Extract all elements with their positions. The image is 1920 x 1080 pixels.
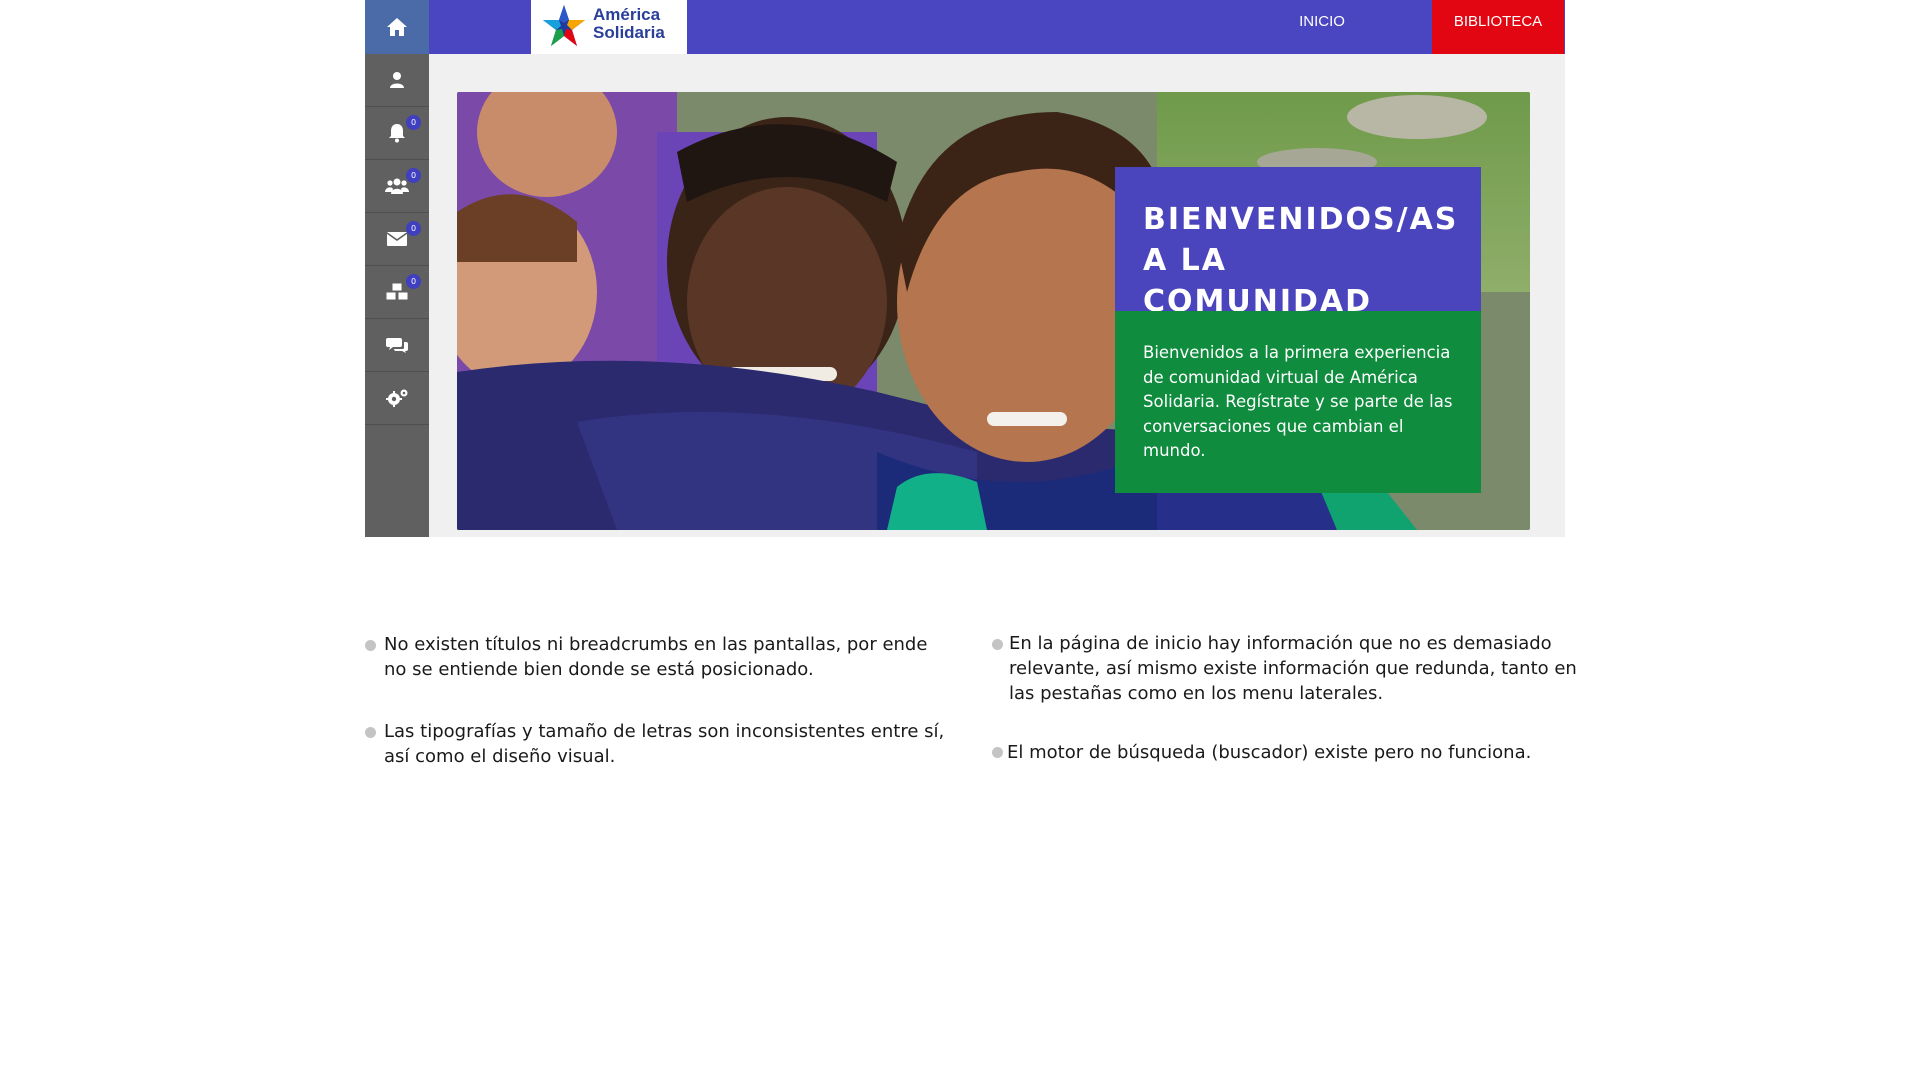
nav-biblioteca[interactable]: BIBLIOTECA	[1432, 0, 1564, 54]
sidebar-item-groups[interactable]: 0	[365, 160, 429, 213]
cubes-icon	[385, 282, 409, 302]
welcome-title-box: BIENVENIDOS/AS A LA COMUNIDAD	[1115, 167, 1481, 319]
search-icon	[1586, 14, 1608, 40]
bullet-dot	[992, 747, 1003, 758]
notification-badge: 0	[406, 115, 421, 130]
resources-badge: 0	[406, 274, 421, 289]
note-right-1: En la página de inicio hay información q…	[1009, 633, 1577, 704]
sidebar-item-messages[interactable]: 0	[365, 213, 429, 266]
top-navbar: América Solidaria INICIO BIBLIOTECA	[429, 0, 1608, 54]
users-icon	[385, 177, 409, 195]
chat-icon	[386, 336, 408, 354]
logo-line-2: Solidaria	[593, 23, 665, 42]
note-left-2: Las tipografías y tamaño de letras son i…	[384, 721, 945, 767]
america-solidaria-logo[interactable]: América Solidaria	[531, 0, 687, 54]
bullet-dot	[992, 639, 1003, 650]
sidebar-item-profile[interactable]	[365, 54, 429, 107]
sidebar-item-home[interactable]	[365, 0, 429, 54]
star-logo-icon	[541, 3, 587, 53]
welcome-body: Bienvenidos a la primera experiencia de …	[1143, 343, 1453, 460]
welcome-title: BIENVENIDOS/AS A LA COMUNIDAD	[1143, 202, 1459, 319]
bell-icon	[388, 123, 406, 143]
sidebar-item-resources[interactable]: 0	[365, 266, 429, 319]
search-button[interactable]	[1564, 0, 1629, 54]
sidebar-item-settings[interactable]	[365, 372, 429, 425]
gears-icon	[385, 388, 409, 408]
nav-inicio[interactable]: INICIO	[1277, 0, 1367, 54]
home-icon	[386, 17, 408, 37]
groups-badge: 0	[406, 168, 421, 183]
user-icon	[389, 71, 405, 89]
envelope-icon	[386, 231, 408, 247]
logo-line-1: América	[593, 5, 661, 24]
sidebar-item-notifications[interactable]: 0	[365, 107, 429, 160]
note-left-1: No existen títulos ni breadcrumbs en las…	[384, 634, 928, 680]
bullet-dot	[365, 640, 376, 651]
sidebar: 0 0 0 0	[365, 0, 429, 537]
bullet-dot	[365, 727, 376, 738]
welcome-body-box: Bienvenidos a la primera experiencia de …	[1115, 311, 1481, 493]
sidebar-item-chat[interactable]	[365, 319, 429, 372]
note-right-2: El motor de búsqueda (buscador) existe p…	[1007, 742, 1532, 763]
messages-badge: 0	[406, 221, 421, 236]
